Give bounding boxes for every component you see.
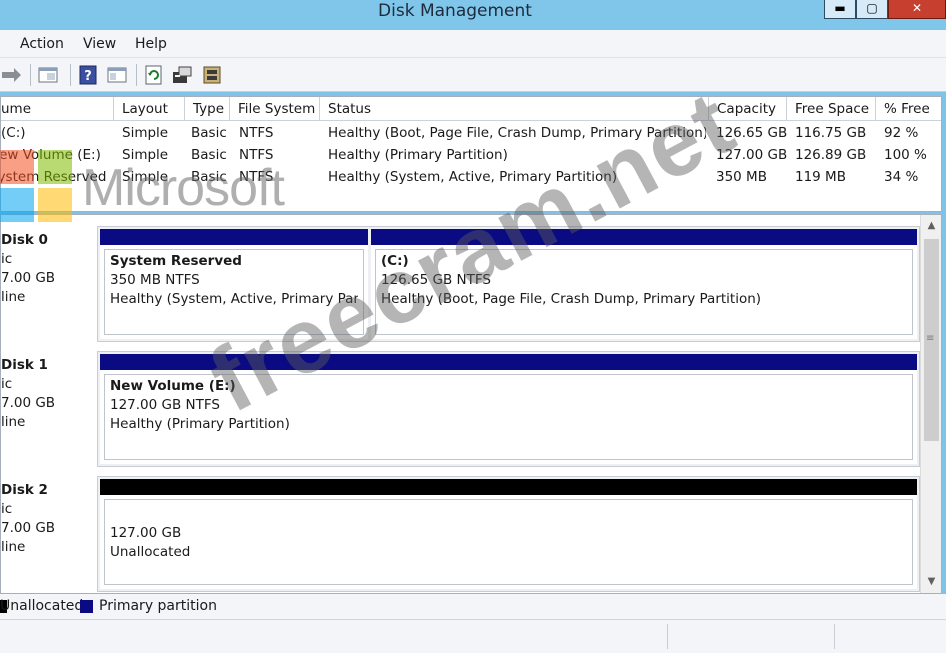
column-header-layout[interactable]: Layout <box>114 97 185 121</box>
scroll-down-icon[interactable]: ▼ <box>921 573 941 591</box>
column-header-volume[interactable]: ume <box>1 97 114 121</box>
disk-type: ic <box>1 251 13 267</box>
back-arrow-icon[interactable] <box>0 64 22 86</box>
toolbar-separator <box>136 64 137 86</box>
menu-action[interactable]: Action <box>20 36 64 52</box>
partition-status: Healthy (Primary Partition) <box>110 416 290 432</box>
partition-bar <box>100 479 917 495</box>
legend-primary-label: Primary partition <box>99 598 217 614</box>
properties-icon[interactable] <box>171 64 193 86</box>
disk-size: 7.00 GB <box>1 395 56 411</box>
status-segment <box>667 624 834 649</box>
cell-status: Healthy (Boot, Page File, Crash Dump, Pr… <box>328 125 706 141</box>
console-tree-icon[interactable] <box>106 64 128 86</box>
column-header-file-system[interactable]: File System <box>230 97 320 121</box>
microsoft-logo-icon <box>0 150 72 222</box>
rescan-disks-icon[interactable] <box>201 64 223 86</box>
cell-free-space: 116.75 GB <box>795 125 867 141</box>
disk-type: ic <box>1 501 13 517</box>
column-header-capacity[interactable]: Capacity <box>709 97 787 121</box>
scroll-grip-icon: ≡ <box>926 333 935 344</box>
partition-status: Unallocated <box>110 544 191 560</box>
disk-0-info[interactable]: Disk 0 ic 7.00 GB line <box>1 231 93 307</box>
cell-volume: (C:) <box>1 125 26 141</box>
partition-size: 127.00 GB <box>110 525 182 541</box>
vertical-scrollbar[interactable]: ▲ ≡ ▼ <box>920 215 941 593</box>
watermark-microsoft: Microsoft <box>82 159 285 217</box>
legend-unallocated-label: Unallocated <box>0 598 84 614</box>
cell-status: Healthy (Primary Partition) <box>328 147 508 163</box>
help-icon[interactable]: ? <box>77 64 99 86</box>
toolbar-separator <box>70 64 71 86</box>
scroll-up-icon[interactable]: ▲ <box>921 217 941 235</box>
cell-percent-free: 92 % <box>884 125 919 141</box>
cell-type: Basic <box>191 125 227 141</box>
menu-view[interactable]: View <box>83 36 116 52</box>
partition-status: Healthy (System, Active, Primary Partit <box>110 291 358 307</box>
column-header-percent-free[interactable]: % Free <box>876 97 941 121</box>
status-bar <box>0 620 946 653</box>
partition-size: 350 MB NTFS <box>110 272 200 288</box>
disk-status: line <box>1 539 26 555</box>
cell-layout: Simple <box>122 125 169 141</box>
partition-bar <box>100 354 917 370</box>
svg-text:?: ? <box>84 69 92 84</box>
partition-size: 126.65 GB NTFS <box>381 272 491 288</box>
disk-1-area: New Volume (E:) 127.00 GB NTFS Healthy (… <box>97 351 920 467</box>
legend-primary-swatch <box>80 600 93 613</box>
cell-capacity: 127.00 GB <box>716 147 788 163</box>
legend-bar: Unallocated Primary partition <box>0 594 946 620</box>
disk-name: Disk 2 <box>1 482 48 498</box>
cell-capacity: 350 MB <box>716 169 767 185</box>
menu-bar: Action View Help <box>0 30 946 58</box>
column-header-type[interactable]: Type <box>185 97 230 121</box>
partition-name: System Reserved <box>110 253 242 269</box>
properties-pane-icon[interactable] <box>37 64 59 86</box>
window-title: Disk Management <box>378 1 532 21</box>
partition-c[interactable]: (C:) 126.65 GB NTFS Healthy (Boot, Page … <box>371 229 917 339</box>
cell-free-space: 119 MB <box>795 169 846 185</box>
close-button[interactable]: ✕ <box>888 0 946 19</box>
toolbar: ? <box>0 58 946 92</box>
disk-type: ic <box>1 376 13 392</box>
disk-name: Disk 0 <box>1 232 48 248</box>
disk-graphical-view: Disk 0 ic 7.00 GB line System Reserved 3… <box>0 214 942 594</box>
cell-file-system: NTFS <box>239 125 274 141</box>
partition-new-volume-e[interactable]: New Volume (E:) 127.00 GB NTFS Healthy (… <box>100 354 917 464</box>
disk-0-area: System Reserved 350 MB NTFS Healthy (Sys… <box>97 226 920 342</box>
cell-percent-free: 34 % <box>884 169 919 185</box>
cell-percent-free: 100 % <box>884 147 927 163</box>
disk-2-area: 127.00 GB Unallocated <box>97 476 920 592</box>
disk-status: line <box>1 414 26 430</box>
disk-size: 7.00 GB <box>1 270 56 286</box>
column-header-status[interactable]: Status <box>320 97 709 121</box>
disk-2-info[interactable]: Disk 2 ic 7.00 GB line <box>1 481 93 557</box>
cell-status: Healthy (System, Active, Primary Partiti… <box>328 169 618 185</box>
toolbar-separator <box>30 64 31 86</box>
maximize-button[interactable]: ▢ <box>856 0 888 19</box>
status-segment <box>834 624 946 649</box>
partition-unallocated[interactable]: 127.00 GB Unallocated <box>100 479 917 589</box>
menu-help[interactable]: Help <box>135 36 167 52</box>
partition-bar <box>371 229 917 245</box>
partition-size: 127.00 GB NTFS <box>110 397 220 413</box>
cell-free-space: 126.89 GB <box>795 147 867 163</box>
partition-bar <box>100 229 368 245</box>
refresh-icon[interactable] <box>143 64 165 86</box>
disk-1-info[interactable]: Disk 1 ic 7.00 GB line <box>1 356 93 432</box>
partition-name: New Volume (E:) <box>110 378 236 394</box>
disk-status: line <box>1 289 26 305</box>
title-bar: Disk Management ▬ ▢ ✕ <box>0 0 946 30</box>
disk-size: 7.00 GB <box>1 520 56 536</box>
disk-name: Disk 1 <box>1 357 48 373</box>
cell-capacity: 126.65 GB <box>716 125 788 141</box>
partition-system-reserved[interactable]: System Reserved 350 MB NTFS Healthy (Sys… <box>100 229 368 339</box>
partition-name: (C:) <box>381 253 409 269</box>
column-header-free-space[interactable]: Free Space <box>787 97 876 121</box>
minimize-button[interactable]: ▬ <box>824 0 856 19</box>
partition-status: Healthy (Boot, Page File, Crash Dump, Pr… <box>381 291 762 307</box>
